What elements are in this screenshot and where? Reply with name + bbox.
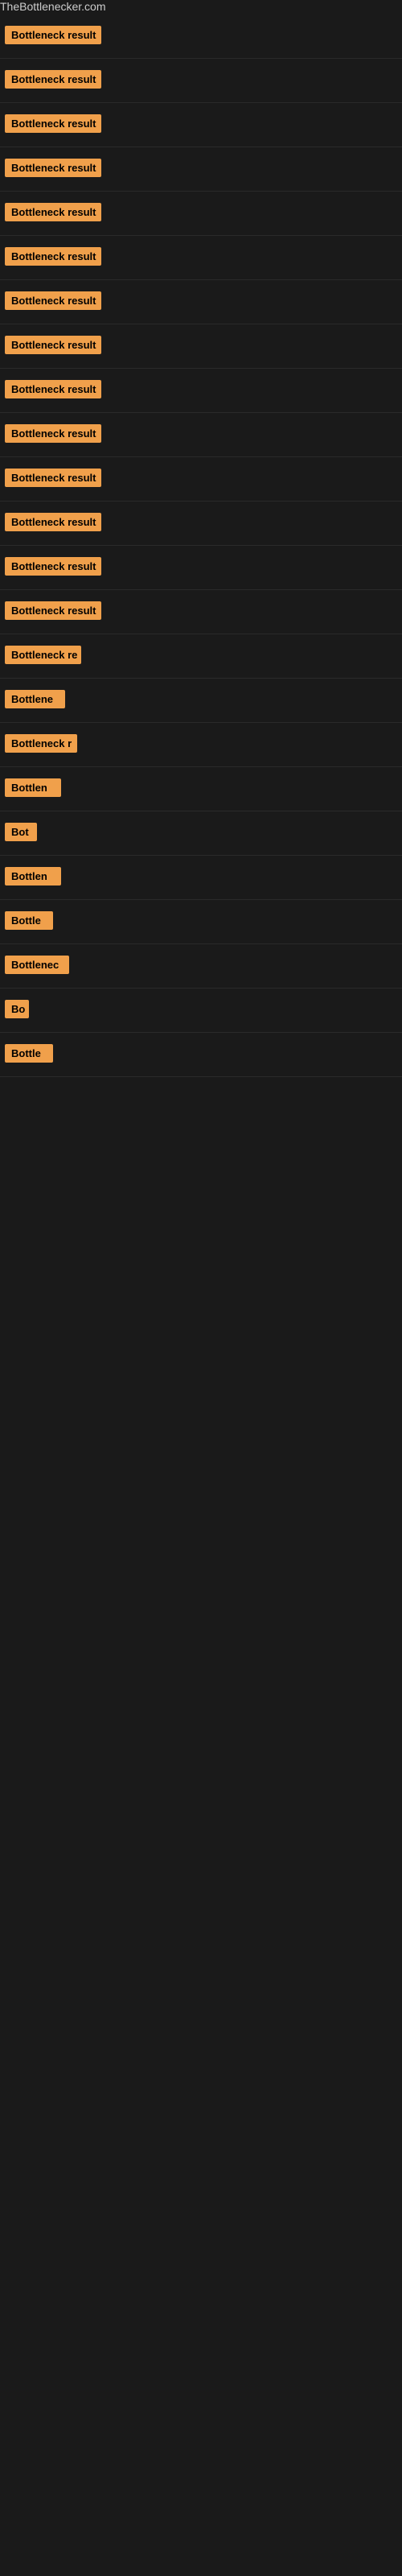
table-row: Bottleneck result [0,193,402,236]
bottleneck-result-badge[interactable]: Bottleneck result [5,424,101,443]
table-row: Bottlenec [0,946,402,989]
table-row: Bottle [0,902,402,944]
table-row: Bottlen [0,769,402,811]
bottleneck-result-badge[interactable]: Bottlen [5,778,61,797]
site-header: TheBottlenecker.com [0,0,402,14]
table-row: Bottleneck re [0,636,402,679]
bottleneck-result-badge[interactable]: Bottle [5,1044,53,1063]
table-row: Bottleneck result [0,105,402,147]
bottleneck-result-badge[interactable]: Bottleneck result [5,513,101,531]
table-row: Bottleneck r [0,724,402,767]
table-row: Bottleneck result [0,503,402,546]
table-row: Bo [0,990,402,1033]
table-row: Bottleneck result [0,60,402,103]
site-title: TheBottlenecker.com [0,0,106,16]
table-row: Bottleneck result [0,326,402,369]
bottleneck-result-badge[interactable]: Bottleneck result [5,70,101,89]
bottleneck-result-badge[interactable]: Bottleneck result [5,159,101,177]
bottleneck-result-badge[interactable]: Bottleneck result [5,601,101,620]
bottleneck-result-badge[interactable]: Bottleneck result [5,380,101,398]
table-row: Bottleneck result [0,149,402,192]
bottleneck-result-badge[interactable]: Bottleneck result [5,247,101,266]
bottleneck-result-badge[interactable]: Bottleneck result [5,114,101,133]
bottleneck-result-badge[interactable]: Bottleneck re [5,646,81,664]
table-row: Bottleneck result [0,282,402,324]
table-row: Bottleneck result [0,459,402,502]
bottleneck-result-badge[interactable]: Bottleneck result [5,557,101,576]
bottleneck-result-badge[interactable]: Bottleneck r [5,734,77,753]
table-row: Bot [0,813,402,856]
bottleneck-result-badge[interactable]: Bo [5,1000,29,1018]
table-row: Bottle [0,1034,402,1077]
bottleneck-result-badge[interactable]: Bottleneck result [5,26,101,44]
bottleneck-result-badge[interactable]: Bottlene [5,690,65,708]
table-row: Bottleneck result [0,415,402,457]
table-row: Bottleneck result [0,547,402,590]
table-row: Bottleneck result [0,370,402,413]
table-row: Bottlene [0,680,402,723]
bottleneck-result-badge[interactable]: Bottle [5,911,53,930]
results-list: Bottleneck result Bottleneck result Bottle… [0,16,402,1077]
bottleneck-result-badge[interactable]: Bottleneck result [5,203,101,221]
bottleneck-result-badge[interactable]: Bottleneck result [5,336,101,354]
bottleneck-result-badge[interactable]: Bottleneck result [5,469,101,487]
bottleneck-result-badge[interactable]: Bot [5,823,37,841]
table-row: Bottleneck result [0,16,402,59]
table-row: Bottleneck result [0,592,402,634]
table-row: Bottleneck result [0,237,402,280]
table-row: Bottlen [0,857,402,900]
bottleneck-result-badge[interactable]: Bottlenec [5,956,69,974]
bottleneck-result-badge[interactable]: Bottlen [5,867,61,886]
bottleneck-result-badge[interactable]: Bottleneck result [5,291,101,310]
